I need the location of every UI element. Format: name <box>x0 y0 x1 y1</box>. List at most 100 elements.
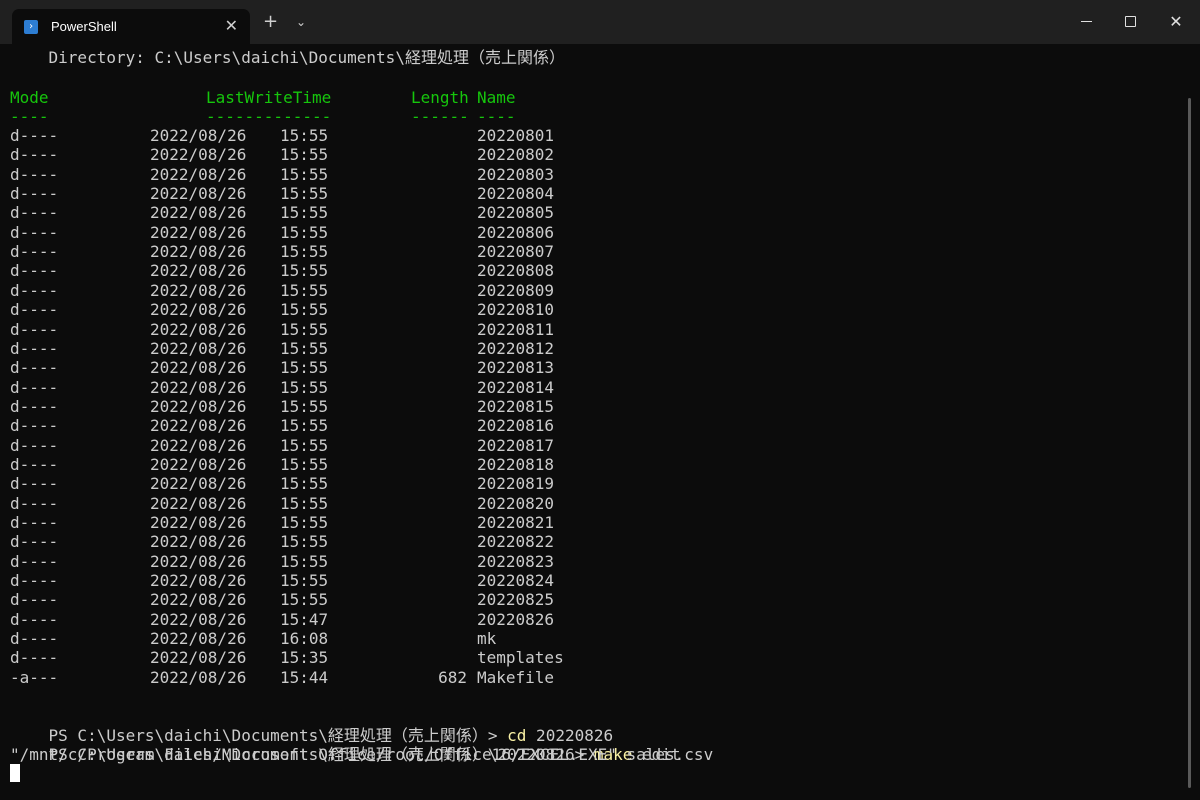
row-time: 15:55 <box>280 474 329 494</box>
command-line-2: PS C:\Users\daichi\Documents\経理処理（売上関係）\… <box>10 726 681 764</box>
row-mode: d---- <box>10 358 59 378</box>
rule-mode: ---- <box>10 107 49 126</box>
row-date: 2022/08/26 <box>150 590 247 610</box>
table-row: d---- 2022/08/26 15:55 20220808 <box>10 261 610 280</box>
row-time: 15:55 <box>280 261 329 281</box>
text-cursor <box>10 764 20 782</box>
scrollbar[interactable] <box>1188 98 1191 788</box>
row-time: 15:55 <box>280 551 329 571</box>
row-name: 20220809 <box>477 280 555 300</box>
row-date: 2022/08/26 <box>150 358 247 378</box>
row-time: 15:55 <box>280 590 329 610</box>
row-name: mk <box>477 629 497 649</box>
table-row: d---- 2022/08/26 15:55 20220819 <box>10 474 610 493</box>
row-date: 2022/08/26 <box>150 571 247 591</box>
row-name: 20220804 <box>477 184 555 204</box>
row-time: 15:55 <box>280 513 329 532</box>
row-name: 20220806 <box>477 222 555 242</box>
header-lastwritetime: LastWriteTime <box>206 88 332 107</box>
table-row: d---- 2022/08/26 15:55 20220803 <box>10 165 610 184</box>
tab-powershell[interactable]: › PowerShell ✕ <box>12 9 250 44</box>
row-name: 20220814 <box>477 377 555 397</box>
row-date: 2022/08/26 <box>150 319 247 339</box>
row-date: 2022/08/26 <box>150 184 247 204</box>
row-date: 2022/08/26 <box>150 145 247 165</box>
row-name: 20220811 <box>477 319 555 339</box>
row-time: 15:55 <box>280 358 329 378</box>
header-length: Length <box>411 88 469 107</box>
table-row: d---- 2022/08/26 15:55 20220805 <box>10 203 610 222</box>
row-date: 2022/08/26 <box>150 454 247 474</box>
close-tab-icon[interactable]: ✕ <box>225 17 238 35</box>
row-mode: d---- <box>10 474 59 494</box>
row-date: 2022/08/26 <box>150 609 247 629</box>
table-row: d---- 2022/08/26 15:55 20220814 <box>10 378 610 397</box>
row-name: 20220805 <box>477 203 555 223</box>
table-row: d---- 2022/08/26 15:55 20220804 <box>10 184 610 203</box>
table-row: d---- 2022/08/26 16:08 mk <box>10 629 610 648</box>
row-mode: d---- <box>10 609 59 629</box>
table-row: d---- 2022/08/26 15:55 20220813 <box>10 358 610 377</box>
row-name: 20220815 <box>477 396 555 416</box>
row-name: 20220812 <box>477 338 555 358</box>
row-date: 2022/08/26 <box>150 493 247 513</box>
row-time: 15:55 <box>280 396 329 416</box>
terminal-output[interactable]: Directory: C:\Users\daichi\Documents\経理処… <box>10 48 1180 798</box>
minimize-button[interactable] <box>1071 10 1101 32</box>
row-mode: d---- <box>10 396 59 416</box>
row-date: 2022/08/26 <box>150 164 247 184</box>
row-mode: d---- <box>10 261 59 281</box>
chevron-down-icon[interactable]: ⌄ <box>296 14 306 30</box>
row-time: 15:55 <box>280 242 329 262</box>
table-row: d---- 2022/08/26 15:55 20220825 <box>10 590 610 609</box>
row-date: 2022/08/26 <box>150 551 247 571</box>
row-mode: d---- <box>10 184 59 204</box>
table-row: d---- 2022/08/26 15:55 20220815 <box>10 397 610 416</box>
table-row: d---- 2022/08/26 15:55 20220811 <box>10 320 610 339</box>
row-time: 15:55 <box>280 338 329 358</box>
row-time: 15:55 <box>280 184 329 204</box>
row-name: 20220802 <box>477 145 555 165</box>
row-name: 20220803 <box>477 164 555 184</box>
new-tab-button[interactable]: + <box>263 12 278 32</box>
row-date: 2022/08/26 <box>150 203 247 223</box>
powershell-icon: › <box>24 19 38 34</box>
table-row: d---- 2022/08/26 15:55 20220809 <box>10 281 610 300</box>
row-mode: d---- <box>10 629 59 649</box>
row-name: 20220818 <box>477 454 555 474</box>
row-name: 20220807 <box>477 242 555 262</box>
row-length: 682 <box>438 667 467 687</box>
row-name: 20220824 <box>477 571 555 591</box>
row-time: 16:08 <box>280 629 329 649</box>
row-time: 15:55 <box>280 416 329 436</box>
column-header-row: Mode LastWriteTime Length Name <box>10 88 610 107</box>
table-row: d---- 2022/08/26 15:55 20220817 <box>10 436 610 455</box>
row-date: 2022/08/26 <box>150 126 247 145</box>
row-date: 2022/08/26 <box>150 242 247 262</box>
row-name: 20220808 <box>477 261 555 281</box>
row-date: 2022/08/26 <box>150 338 247 358</box>
table-row: d---- 2022/08/26 15:55 20220802 <box>10 145 610 164</box>
minimize-icon <box>1080 20 1092 22</box>
row-name: 20220819 <box>477 474 555 494</box>
row-date: 2022/08/26 <box>150 629 247 649</box>
table-row: d---- 2022/08/26 15:55 20220822 <box>10 532 610 551</box>
row-time: 15:55 <box>280 164 329 184</box>
row-time: 15:44 <box>280 667 329 687</box>
row-date: 2022/08/26 <box>150 474 247 494</box>
row-mode: -a--- <box>10 667 59 687</box>
table-row: -a--- 2022/08/26 15:44 682 Makefile <box>10 668 610 687</box>
rule-length: ------ <box>411 107 469 126</box>
maximize-button[interactable] <box>1115 10 1145 32</box>
row-date: 2022/08/26 <box>150 532 247 552</box>
close-window-button[interactable]: ✕ <box>1161 10 1191 32</box>
row-name: 20220817 <box>477 435 555 455</box>
row-date: 2022/08/26 <box>150 667 247 687</box>
row-date: 2022/08/26 <box>150 377 247 397</box>
row-mode: d---- <box>10 164 59 184</box>
table-row: d---- 2022/08/26 15:55 20220824 <box>10 571 610 590</box>
table-row: d---- 2022/08/26 15:55 20220823 <box>10 552 610 571</box>
row-time: 15:55 <box>280 435 329 455</box>
row-name: Makefile <box>477 667 555 687</box>
row-mode: d---- <box>10 338 59 358</box>
